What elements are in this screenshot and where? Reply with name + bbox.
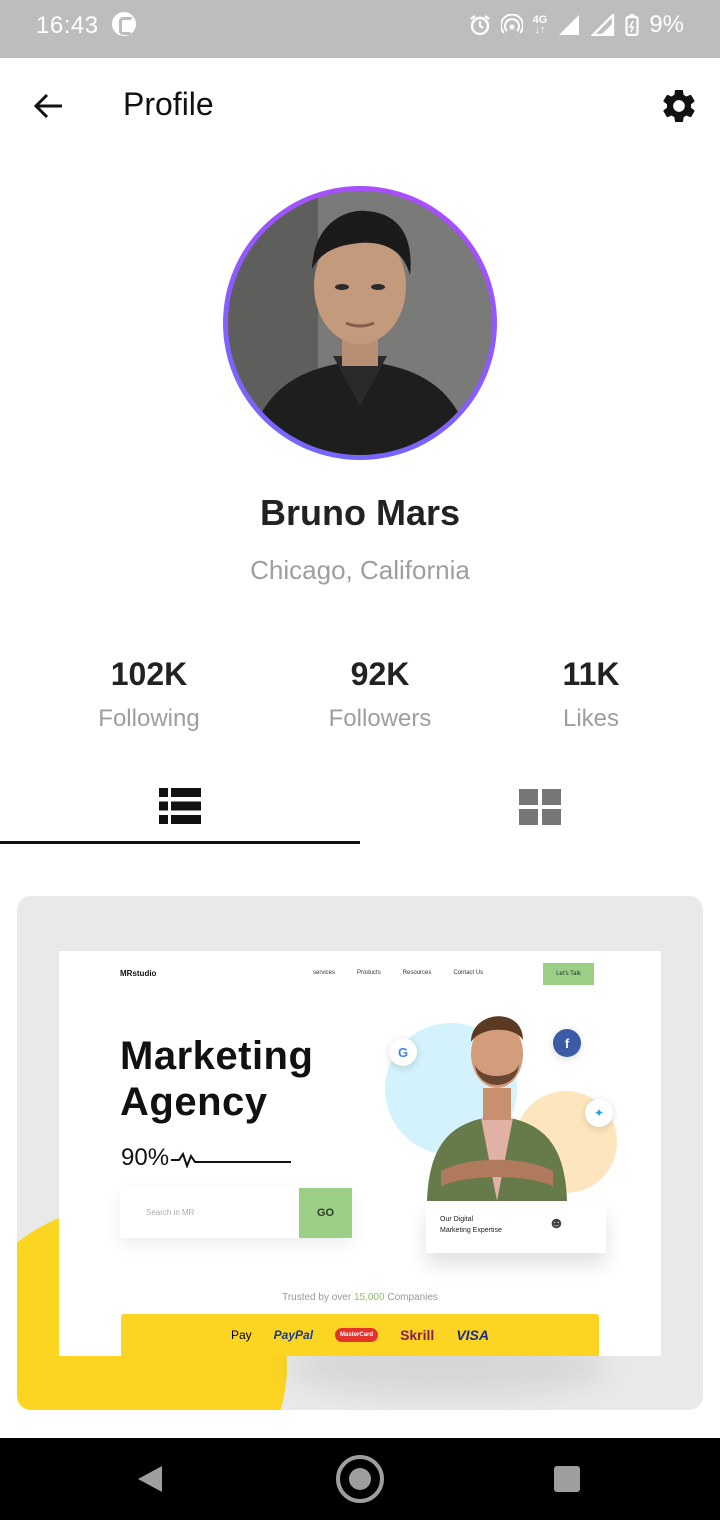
mock-expertise-line: Marketing Expertise — [440, 1227, 502, 1234]
mock-nav-item: services — [313, 970, 336, 976]
list-view-icon — [159, 787, 201, 824]
mastercard-logo: MasterCard — [335, 1328, 379, 1342]
status-indicators: 4G ↓↑ 9% — [469, 10, 684, 40]
post-card[interactable]: MRstudio services Products Resources Con… — [17, 896, 703, 1410]
facebook-icon: f — [553, 1029, 581, 1057]
status-time: 16:43 — [36, 12, 99, 39]
mock-nav: services Products Resources Contact Us — [313, 970, 483, 976]
nav-home-button[interactable] — [336, 1455, 384, 1503]
mock-trusted-text: Trusted by over 15,000 Companies — [59, 1292, 661, 1303]
mock-payment-strip: Pay PayPal MasterCard Skrill VISA — [121, 1314, 599, 1356]
stat-label: Followers — [328, 705, 432, 732]
profile-location: Chicago, California — [250, 555, 470, 585]
mock-expertise-text: Our Digital Marketing Expertise — [440, 1214, 536, 1236]
mock-nav-item: Contact Us — [453, 970, 484, 976]
battery-percentage: 9% — [649, 11, 684, 38]
skrill-logo: Skrill — [400, 1327, 435, 1343]
google-icon: G — [389, 1038, 417, 1066]
mock-expertise-line: Our Digital — [440, 1216, 474, 1223]
stat-label: Following — [98, 705, 200, 732]
smiley-icon: ☻ — [548, 1215, 565, 1232]
stat-value: 11K — [562, 656, 620, 692]
mock-headline-line: Agency — [120, 1080, 268, 1124]
stat-label: Likes — [562, 705, 620, 732]
apple-pay-logo: Pay — [231, 1328, 252, 1342]
nav-recents-button[interactable] — [554, 1466, 580, 1492]
system-nav-bar — [0, 1438, 720, 1520]
avatar-photo — [228, 191, 492, 455]
battery-icon — [625, 14, 639, 36]
signal-icon — [559, 15, 580, 35]
mock-trusted-suffix: Companies — [384, 1292, 438, 1303]
stat-following[interactable]: 102K Following — [49, 656, 249, 733]
signal-icon-2 — [591, 14, 615, 36]
app-notification-icon — [112, 12, 136, 36]
avatar[interactable] — [228, 191, 492, 455]
back-button[interactable] — [26, 84, 70, 128]
avatar-ring — [223, 186, 497, 460]
post-image: MRstudio services Products Resources Con… — [59, 951, 661, 1356]
stat-followers[interactable]: 92K Followers — [280, 656, 480, 733]
paypal-logo: PayPal — [273, 1328, 314, 1342]
app-header: Profile — [0, 58, 720, 154]
mock-nav-item: Products — [357, 970, 381, 976]
stat-value: 102K — [110, 656, 188, 692]
twitter-icon: ✦ — [585, 1099, 613, 1127]
mock-logo: MRstudio — [120, 969, 157, 978]
mock-person-illustration — [427, 1016, 567, 1201]
tab-grid-view[interactable] — [360, 770, 720, 844]
mock-trusted-prefix: Trusted by over — [282, 1292, 354, 1303]
page-title: Profile — [123, 86, 214, 122]
mock-stat-value: 90% — [121, 1144, 170, 1171]
status-bar: 16:43 4G ↓↑ 9% — [0, 0, 720, 58]
arrow-left-icon — [33, 93, 62, 119]
mock-stat: 90% — [121, 1144, 293, 1172]
mock-headline-line: Marketing — [120, 1034, 314, 1078]
mock-expertise-card: Our Digital Marketing Expertise ☻ — [426, 1201, 606, 1253]
mock-trusted-count: 15,000 — [353, 1292, 385, 1303]
grid-view-icon — [519, 789, 561, 825]
mock-go-button: GO — [299, 1188, 352, 1238]
tab-list-view[interactable] — [0, 770, 360, 844]
profile-name: Bruno Mars — [259, 492, 461, 533]
mock-cta-button: Let's Talk — [543, 963, 594, 985]
pulse-line-icon — [171, 1151, 292, 1168]
settings-button[interactable] — [656, 83, 702, 129]
mock-nav-item: Resources — [402, 970, 432, 976]
apple-pay-label: Pay — [230, 1328, 252, 1342]
mock-headline: Marketing Agency — [120, 1033, 313, 1125]
mock-search-box: Search in MR GO — [120, 1188, 352, 1238]
network-type-label: 4G — [532, 14, 548, 26]
hotspot-icon — [500, 14, 523, 34]
mock-search-placeholder: Search in MR — [146, 1208, 195, 1217]
visa-logo: VISA — [456, 1327, 489, 1343]
alarm-icon — [469, 15, 490, 36]
stat-likes[interactable]: 11K Likes — [491, 656, 691, 733]
nav-back-button[interactable] — [136, 1464, 164, 1494]
network-type: 4G ↓↑ — [532, 14, 548, 36]
stat-value: 92K — [350, 656, 410, 692]
gear-icon — [663, 89, 695, 123]
